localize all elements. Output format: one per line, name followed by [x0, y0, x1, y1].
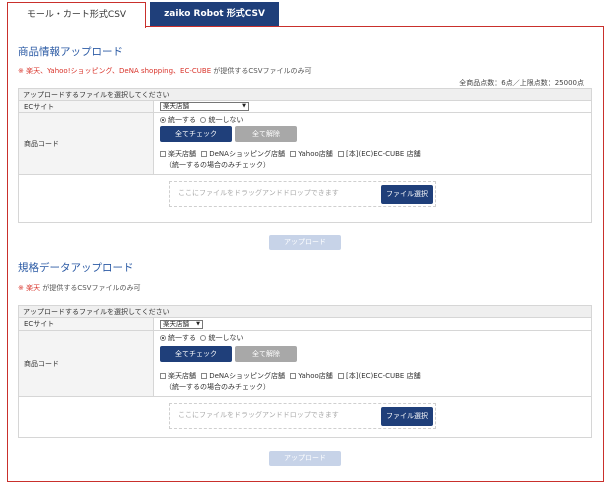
product-upload-note: ※ 楽天、Yahoo!ショッピング、DeNA shopping、EC-CUBE …	[18, 66, 312, 76]
radio-unify[interactable]	[160, 117, 166, 123]
product-upload-button[interactable]: アップロード	[269, 235, 341, 250]
product-code-row: 商品コード 統一する 統一しない 全てチェック 全て解除 楽天店舗 DeNAショ…	[19, 113, 591, 175]
note-sources: 楽天	[26, 284, 41, 292]
spec-upload-title: 規格データアップロード	[18, 262, 134, 274]
store-checkbox[interactable]	[290, 151, 297, 157]
form-header: アップロードするファイルを選択してください	[19, 89, 591, 101]
store-label: DeNAショッピング店舗	[209, 372, 285, 380]
radio-not-unify-label: 統一しない	[208, 334, 244, 342]
spec-upload-note: ※ 楽天 が提供するCSVファイルのみ可	[18, 283, 140, 293]
ec-site-select-value: 楽天店舗	[163, 102, 189, 110]
check-all-button[interactable]: 全てチェック	[160, 346, 232, 362]
store-checkbox[interactable]	[160, 373, 166, 379]
tab-zaiko-robot-csv[interactable]: zaiko Robot 形式CSV	[150, 2, 279, 27]
product-code-label: 商品コード	[19, 113, 154, 174]
dropzone-placeholder: ここにファイルをドラッグアンドドロップできます	[178, 189, 339, 197]
uncheck-all-button[interactable]: 全て解除	[235, 346, 297, 362]
product-code-label: 商品コード	[19, 331, 154, 396]
store-checkbox[interactable]	[290, 373, 297, 379]
note-suffix: が提供するCSVファイルのみ可	[213, 67, 312, 75]
file-select-button[interactable]: ファイル選択	[381, 185, 433, 204]
store-checkbox[interactable]	[338, 373, 345, 379]
ec-site-row: ECサイト 楽天店舗 ▼	[19, 318, 591, 331]
ec-site-select[interactable]: 楽天店舗 ▼	[160, 320, 203, 329]
spec-upload-button[interactable]: アップロード	[269, 451, 341, 466]
store-checkbox-group: 楽天店舗 DeNAショッピング店舗 Yahoo店舗 [本](EC)EC-CUBE…	[160, 371, 421, 381]
radio-not-unify[interactable]	[200, 335, 207, 341]
file-dropzone[interactable]: ここにファイルをドラッグアンドドロップできます ファイル選択	[169, 181, 436, 207]
store-label: [本](EC)EC-CUBE 店舗	[346, 150, 421, 158]
store-label: Yahoo店舗	[298, 150, 333, 158]
dropzone-placeholder: ここにファイルをドラッグアンドドロップできます	[178, 411, 339, 419]
unify-note: （統一するの場合のみチェック）	[165, 161, 270, 169]
store-label: DeNAショッピング店舗	[209, 150, 285, 158]
radio-unify[interactable]	[160, 335, 166, 341]
store-label: Yahoo店舗	[298, 372, 333, 380]
ec-site-select-value: 楽天店舗	[163, 320, 189, 328]
note-mark: ※	[18, 67, 24, 75]
product-upload-title: 商品情報アップロード	[18, 46, 123, 58]
note-sources: 楽天、Yahoo!ショッピング、DeNA shopping、EC-CUBE	[26, 67, 212, 75]
file-dropzone[interactable]: ここにファイルをドラッグアンドドロップできます ファイル選択	[169, 403, 436, 429]
product-upload-form: アップロードするファイルを選択してください ECサイト 楽天店舗 ▼ 商品コード…	[18, 88, 592, 223]
product-count: 全商品点数：6点／上限点数：25000点	[459, 79, 584, 87]
store-checkbox[interactable]	[338, 151, 345, 157]
radio-unify-label: 統一する	[168, 116, 196, 124]
unify-note: （統一するの場合のみチェック）	[165, 383, 270, 391]
store-checkbox[interactable]	[160, 151, 166, 157]
store-label: 楽天店舗	[168, 150, 196, 158]
radio-not-unify[interactable]	[200, 117, 207, 123]
store-label: 楽天店舗	[168, 372, 196, 380]
uncheck-all-button[interactable]: 全て解除	[235, 126, 297, 142]
file-drop-row: ここにファイルをドラッグアンドドロップできます ファイル選択	[19, 175, 591, 213]
note-suffix: が提供するCSVファイルのみ可	[42, 284, 141, 292]
ec-site-select[interactable]: 楽天店舗 ▼	[160, 102, 249, 111]
product-code-row: 商品コード 統一する 統一しない 全てチェック 全て解除 楽天店舗 DeNAショ…	[19, 331, 591, 397]
ec-site-row: ECサイト 楽天店舗 ▼	[19, 101, 591, 113]
tab-mall-cart-csv[interactable]: モール・カート形式CSV	[7, 2, 146, 28]
radio-unify-label: 統一する	[168, 334, 196, 342]
check-all-button[interactable]: 全てチェック	[160, 126, 232, 142]
spec-upload-form: アップロードするファイルを選択してください ECサイト 楽天店舗 ▼ 商品コード…	[18, 305, 592, 438]
tab-panel: 商品情報アップロード ※ 楽天、Yahoo!ショッピング、DeNA shoppi…	[7, 26, 604, 482]
store-checkbox[interactable]	[201, 373, 208, 379]
store-checkbox[interactable]	[201, 151, 208, 157]
unify-radio-group: 統一する 統一しない	[160, 333, 243, 343]
store-label: [本](EC)EC-CUBE 店舗	[346, 372, 421, 380]
file-select-button[interactable]: ファイル選択	[381, 407, 433, 426]
file-drop-row: ここにファイルをドラッグアンドドロップできます ファイル選択	[19, 397, 591, 435]
chevron-down-icon: ▼	[196, 321, 200, 327]
form-header: アップロードするファイルを選択してください	[19, 306, 591, 318]
store-checkbox-group: 楽天店舗 DeNAショッピング店舗 Yahoo店舗 [本](EC)EC-CUBE…	[160, 149, 421, 159]
radio-not-unify-label: 統一しない	[208, 116, 244, 124]
note-mark: ※	[18, 284, 24, 292]
ec-site-label: ECサイト	[19, 101, 154, 112]
chevron-down-icon: ▼	[242, 103, 246, 109]
unify-radio-group: 統一する 統一しない	[160, 115, 243, 125]
ec-site-label: ECサイト	[19, 318, 154, 330]
